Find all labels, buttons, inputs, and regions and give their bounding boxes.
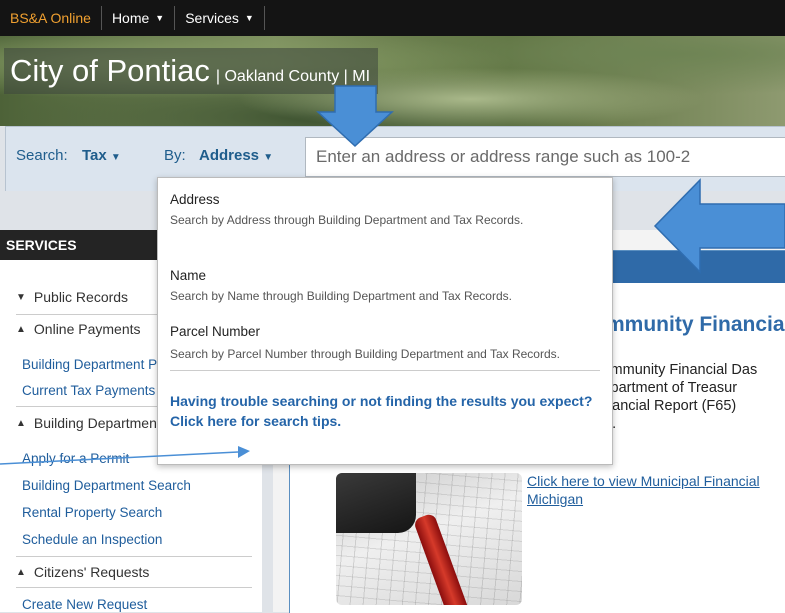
- city-name: City of Pontiac: [10, 53, 210, 88]
- sidebar-link-building-search[interactable]: Building Department Search: [22, 478, 191, 493]
- nav-services-label: Services: [185, 10, 239, 26]
- sidebar-link-schedule-inspection[interactable]: Schedule an Inspection: [22, 532, 162, 547]
- option-title: Name: [170, 268, 207, 283]
- sidebar-group-online-payments[interactable]: ▲ Online Payments: [16, 321, 141, 337]
- top-nav-bar: BS&A Online Home ▼ Services ▼: [0, 0, 785, 36]
- sidebar-group-label: Citizens' Requests: [33, 564, 150, 580]
- sidebar-link-apply-permit[interactable]: Apply for a Permit: [22, 451, 129, 466]
- sidebar-link-create-request[interactable]: Create New Request: [22, 597, 147, 612]
- option-description: Search by Address through Building Depar…: [170, 213, 524, 227]
- search-by-selector[interactable]: Address ▼: [199, 147, 273, 164]
- county-text: | Oakland County | MI: [215, 68, 371, 85]
- sidebar-group-label: Public Records: [33, 289, 129, 305]
- sidebar-group-label: Online Payments: [33, 321, 141, 337]
- divider: [16, 556, 252, 557]
- caret-down-icon: ▼: [244, 13, 254, 23]
- option-description: Search by Parcel Number through Building…: [170, 347, 560, 361]
- option-title: Parcel Number: [170, 324, 261, 339]
- sidebar-group-label: Building Department: [33, 415, 161, 431]
- brand-link[interactable]: BS&A Online: [0, 6, 102, 30]
- triangle-up-icon: ▲: [16, 566, 26, 578]
- triangle-down-icon: ▼: [16, 291, 26, 303]
- search-type-value: Tax: [82, 147, 107, 164]
- option-title: Address: [170, 192, 220, 207]
- sidebar-group-public-records[interactable]: ▼ Public Records: [16, 289, 128, 305]
- triangle-up-icon: ▲: [16, 323, 26, 335]
- search-by-dropdown: Address Search by Address through Buildi…: [157, 177, 613, 465]
- sidebar-link-rental-search[interactable]: Rental Property Search: [22, 505, 162, 520]
- dropdown-divider: [170, 370, 600, 371]
- calculator-image: [336, 473, 416, 533]
- nav-home-label: Home: [111, 10, 150, 26]
- caret-down-icon: ▼: [155, 13, 165, 23]
- option-description: Search by Name through Building Departme…: [170, 289, 512, 303]
- triangle-up-icon: ▲: [16, 417, 26, 429]
- search-input[interactable]: [305, 137, 785, 177]
- search-tips-link[interactable]: Having trouble searching or not finding …: [170, 391, 600, 431]
- banner: City of Pontiac | Oakland County | MI: [0, 36, 785, 126]
- municipal-financial-link[interactable]: Click here to view Municipal Financial M…: [527, 472, 785, 508]
- city-title: City of Pontiac | Oakland County | MI: [4, 48, 379, 94]
- panel-description: Community Financial Das Department of Tr…: [592, 361, 757, 433]
- sidebar-group-citizens-requests[interactable]: ▲ Citizens' Requests: [16, 564, 149, 580]
- search-by-value: Address: [199, 147, 260, 164]
- nav-services[interactable]: Services ▼: [175, 6, 265, 30]
- description-line: Financial Report (F65): [592, 398, 737, 414]
- search-type-selector[interactable]: Tax ▼: [82, 147, 121, 164]
- description-line: Department of Treasur: [592, 380, 738, 396]
- description-line: ent.: [592, 415, 757, 433]
- pen-image: [412, 512, 472, 605]
- caret-down-icon: ▼: [263, 152, 274, 163]
- nav-home[interactable]: Home ▼: [102, 6, 176, 30]
- caret-down-icon: ▼: [110, 152, 121, 163]
- search-label: Search:: [16, 147, 68, 164]
- description-line: Community Financial Das: [592, 362, 758, 378]
- by-label: By:: [164, 147, 186, 164]
- financial-documents-image: [336, 473, 522, 605]
- sidebar-link-current-tax-payments[interactable]: Current Tax Payments: [22, 383, 155, 398]
- divider: [16, 587, 252, 588]
- sidebar-group-building-department[interactable]: ▲ Building Department: [16, 415, 161, 431]
